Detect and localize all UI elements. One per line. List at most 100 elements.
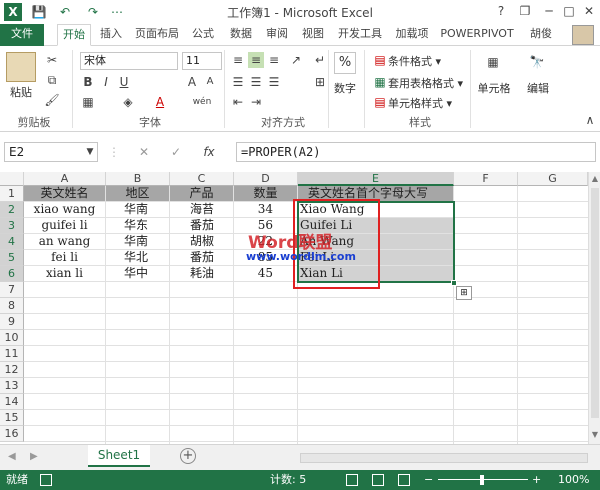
close-button[interactable]: ✕ xyxy=(576,0,600,22)
customize-qat-icon[interactable]: ⋯ xyxy=(108,3,126,21)
cell-d6[interactable]: 45 xyxy=(234,266,298,282)
zoom-in-button[interactable]: + xyxy=(532,470,541,490)
avatar[interactable] xyxy=(572,25,594,45)
cells-icon[interactable]: ▦ xyxy=(482,54,504,74)
cell-a5[interactable]: fei li xyxy=(24,250,106,266)
sheet-nav-prev-icon[interactable]: ◀ xyxy=(8,451,16,462)
cell-styles-icon[interactable]: ▤ xyxy=(372,94,388,110)
align-bottom-icon[interactable]: ≡ xyxy=(266,52,282,68)
collapse-ribbon-icon[interactable]: ∧ xyxy=(582,112,598,128)
cut-icon[interactable]: ✂ xyxy=(44,52,60,68)
vertical-scrollbar[interactable]: ▲ ▼ xyxy=(588,172,600,444)
column-header-a[interactable]: A xyxy=(24,172,106,186)
horizontal-scrollbar[interactable] xyxy=(300,453,588,463)
worksheet-grid[interactable]: A B C D E F G 1 2 3 4 5 6 7 8 9 10 11 12… xyxy=(0,172,588,444)
user-name[interactable]: 胡俊 xyxy=(524,24,558,46)
format-as-table-button[interactable]: 套用表格格式 ▾ xyxy=(388,75,463,91)
decrease-indent-icon[interactable]: ⇤ xyxy=(230,94,246,110)
align-left-icon[interactable]: ☰ xyxy=(230,74,246,90)
phonetic-icon[interactable]: wén xyxy=(190,94,214,110)
increase-font-icon[interactable]: A xyxy=(184,74,200,90)
cell-c4[interactable]: 胡椒 xyxy=(170,234,234,250)
cell-c3[interactable]: 番茄 xyxy=(170,218,234,234)
font-size-combo[interactable]: 11 xyxy=(182,52,222,70)
scroll-up-icon[interactable]: ▲ xyxy=(590,174,600,184)
cancel-icon[interactable]: ✕ xyxy=(136,144,152,160)
cell-b4[interactable]: 华南 xyxy=(106,234,170,250)
tab-developer[interactable]: 开发工具 xyxy=(334,24,386,46)
row-header-11[interactable]: 11 xyxy=(0,346,24,362)
row-header-5[interactable]: 5 xyxy=(0,250,24,266)
row-header-13[interactable]: 13 xyxy=(0,378,24,394)
editing-button[interactable]: 编辑 xyxy=(518,80,558,96)
macro-record-icon[interactable] xyxy=(40,474,52,486)
tab-formulas[interactable]: 公式 xyxy=(188,24,218,46)
quick-analysis-icon[interactable]: ⊞ xyxy=(456,286,472,300)
zoom-level[interactable]: 100% xyxy=(558,470,589,490)
tab-view[interactable]: 视图 xyxy=(298,24,328,46)
scroll-thumb[interactable] xyxy=(591,188,599,418)
page-break-view-icon[interactable] xyxy=(398,474,410,486)
copy-icon[interactable]: ⧉ xyxy=(44,72,60,88)
paste-icon[interactable] xyxy=(6,52,36,82)
sheet-tab-sheet1[interactable]: Sheet1 xyxy=(88,445,150,467)
header-cell-a1[interactable]: 英文姓名 xyxy=(24,186,106,202)
border-icon[interactable]: ▦ xyxy=(80,94,96,110)
row-header-10[interactable]: 10 xyxy=(0,330,24,346)
header-cell-c1[interactable]: 产品 xyxy=(170,186,234,202)
wrap-text-icon[interactable]: ↵ xyxy=(312,52,328,68)
tab-powerpivot[interactable]: POWERPIVOT xyxy=(438,24,516,46)
header-cell-d1[interactable]: 数量 xyxy=(234,186,298,202)
cell-a3[interactable]: guifei li xyxy=(24,218,106,234)
cell-styles-button[interactable]: 单元格样式 ▾ xyxy=(388,95,452,111)
row-header-2[interactable]: 2 xyxy=(0,202,24,218)
cell-a2[interactable]: xiao wang xyxy=(24,202,106,218)
underline-button[interactable]: U xyxy=(116,74,132,90)
column-header-c[interactable]: C xyxy=(170,172,234,186)
paste-button[interactable]: 粘贴 xyxy=(6,84,36,100)
italic-button[interactable]: I xyxy=(98,74,114,90)
cells-button[interactable]: 单元格 xyxy=(474,80,514,96)
cell-d2[interactable]: 34 xyxy=(234,202,298,218)
cell-c6[interactable]: 耗油 xyxy=(170,266,234,282)
formula-input[interactable]: =PROPER(A2) xyxy=(236,142,596,162)
decrease-font-icon[interactable]: A xyxy=(202,74,218,90)
undo-icon[interactable]: ↶ xyxy=(56,3,74,21)
align-center-icon[interactable]: ☰ xyxy=(248,74,264,90)
cell-a6[interactable]: xian li xyxy=(24,266,106,282)
fill-color-icon[interactable]: ◈ xyxy=(120,94,136,110)
align-right-icon[interactable]: ☰ xyxy=(266,74,282,90)
sheet-nav-next-icon[interactable]: ▶ xyxy=(30,451,38,462)
page-layout-view-icon[interactable] xyxy=(372,474,384,486)
ribbon-display-button[interactable]: ❐ xyxy=(512,0,538,22)
name-box-dropdown-icon[interactable]: ▼ xyxy=(82,144,98,160)
select-all-corner[interactable] xyxy=(0,172,24,186)
row-header-6[interactable]: 6 xyxy=(0,266,24,282)
align-top-icon[interactable]: ≡ xyxy=(230,52,246,68)
font-color-icon[interactable]: A xyxy=(152,94,168,110)
column-header-d[interactable]: D xyxy=(234,172,298,186)
row-header-12[interactable]: 12 xyxy=(0,362,24,378)
tab-home[interactable]: 开始 xyxy=(57,24,91,46)
column-header-e[interactable]: E xyxy=(298,172,454,186)
cell-b2[interactable]: 华南 xyxy=(106,202,170,218)
percent-icon[interactable]: % xyxy=(334,52,356,74)
align-middle-icon[interactable]: ≡ xyxy=(248,52,264,68)
cell-b5[interactable]: 华北 xyxy=(106,250,170,266)
bold-button[interactable]: B xyxy=(80,74,96,90)
tab-data[interactable]: 数据 xyxy=(226,24,256,46)
insert-function-icon[interactable]: fx xyxy=(198,144,220,160)
conditional-format-button[interactable]: 条件格式 ▾ xyxy=(388,53,441,69)
number-format-button[interactable]: 数字 xyxy=(330,80,360,96)
tab-page-layout[interactable]: 页面布局 xyxy=(132,24,182,46)
tab-file[interactable]: 文件 xyxy=(0,24,44,46)
scroll-down-icon[interactable]: ▼ xyxy=(590,430,600,440)
row-header-8[interactable]: 8 xyxy=(0,298,24,314)
zoom-slider-thumb[interactable] xyxy=(480,475,484,485)
row-header-9[interactable]: 9 xyxy=(0,314,24,330)
normal-view-icon[interactable] xyxy=(346,474,358,486)
row-header-7[interactable]: 7 xyxy=(0,282,24,298)
zoom-out-button[interactable]: − xyxy=(424,470,433,490)
column-header-b[interactable]: B xyxy=(106,172,170,186)
cell-b6[interactable]: 华中 xyxy=(106,266,170,282)
